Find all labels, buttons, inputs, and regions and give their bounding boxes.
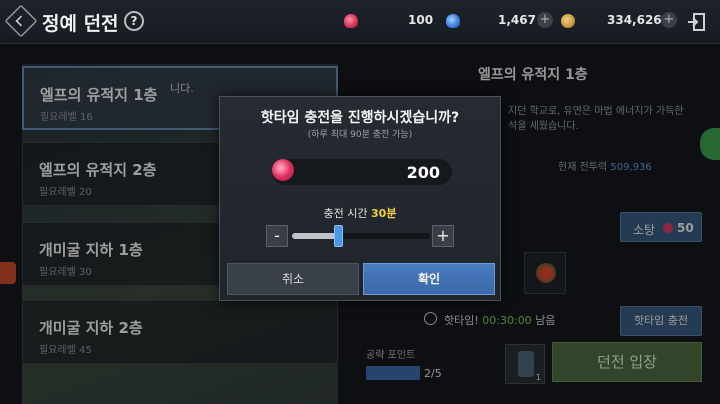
gold-coin-icon: [561, 14, 575, 28]
hottime-charge-dialog: 핫타임 충전을 진행하시겠습니까? (하루 최대 90분 충전 가능) 200 …: [219, 96, 501, 301]
charge-time-label: 충전 시간: [323, 207, 368, 220]
cost-display: 200: [272, 159, 452, 185]
page-title: 정예 던전: [42, 13, 119, 35]
charge-time: 충전 시간 30분: [220, 205, 500, 221]
increase-button[interactable]: +: [432, 225, 454, 247]
charge-time-value: 30분: [371, 207, 397, 220]
red-gem-count: 100: [408, 13, 434, 27]
back-icon[interactable]: [4, 4, 38, 38]
blue-gem-icon: [446, 14, 460, 28]
dialog-title: 핫타임 충전을 진행하시겠습니까?: [260, 110, 460, 126]
confirm-button[interactable]: 확인: [363, 263, 495, 295]
red-gem-icon: [272, 159, 294, 181]
top-bar: 정예 던전 ? 100 1,467 + 334,626 +: [0, 0, 720, 44]
add-blue-gem-button[interactable]: +: [537, 12, 553, 28]
dialog-subtitle: (하루 최대 90분 충전 가능): [307, 130, 413, 140]
add-gold-button[interactable]: +: [661, 12, 677, 28]
blue-gem-count: 1,467: [498, 13, 536, 27]
help-icon[interactable]: ?: [124, 11, 144, 31]
cancel-button[interactable]: 취소: [227, 263, 359, 295]
charge-slider-handle[interactable]: [333, 225, 343, 247]
red-gem-icon: [344, 14, 358, 28]
cost-value: 200: [406, 163, 440, 182]
gold-count: 334,626: [607, 13, 662, 27]
decrease-button[interactable]: -: [266, 225, 288, 247]
charge-slider-fill: [292, 233, 338, 239]
exit-icon[interactable]: [686, 12, 706, 32]
